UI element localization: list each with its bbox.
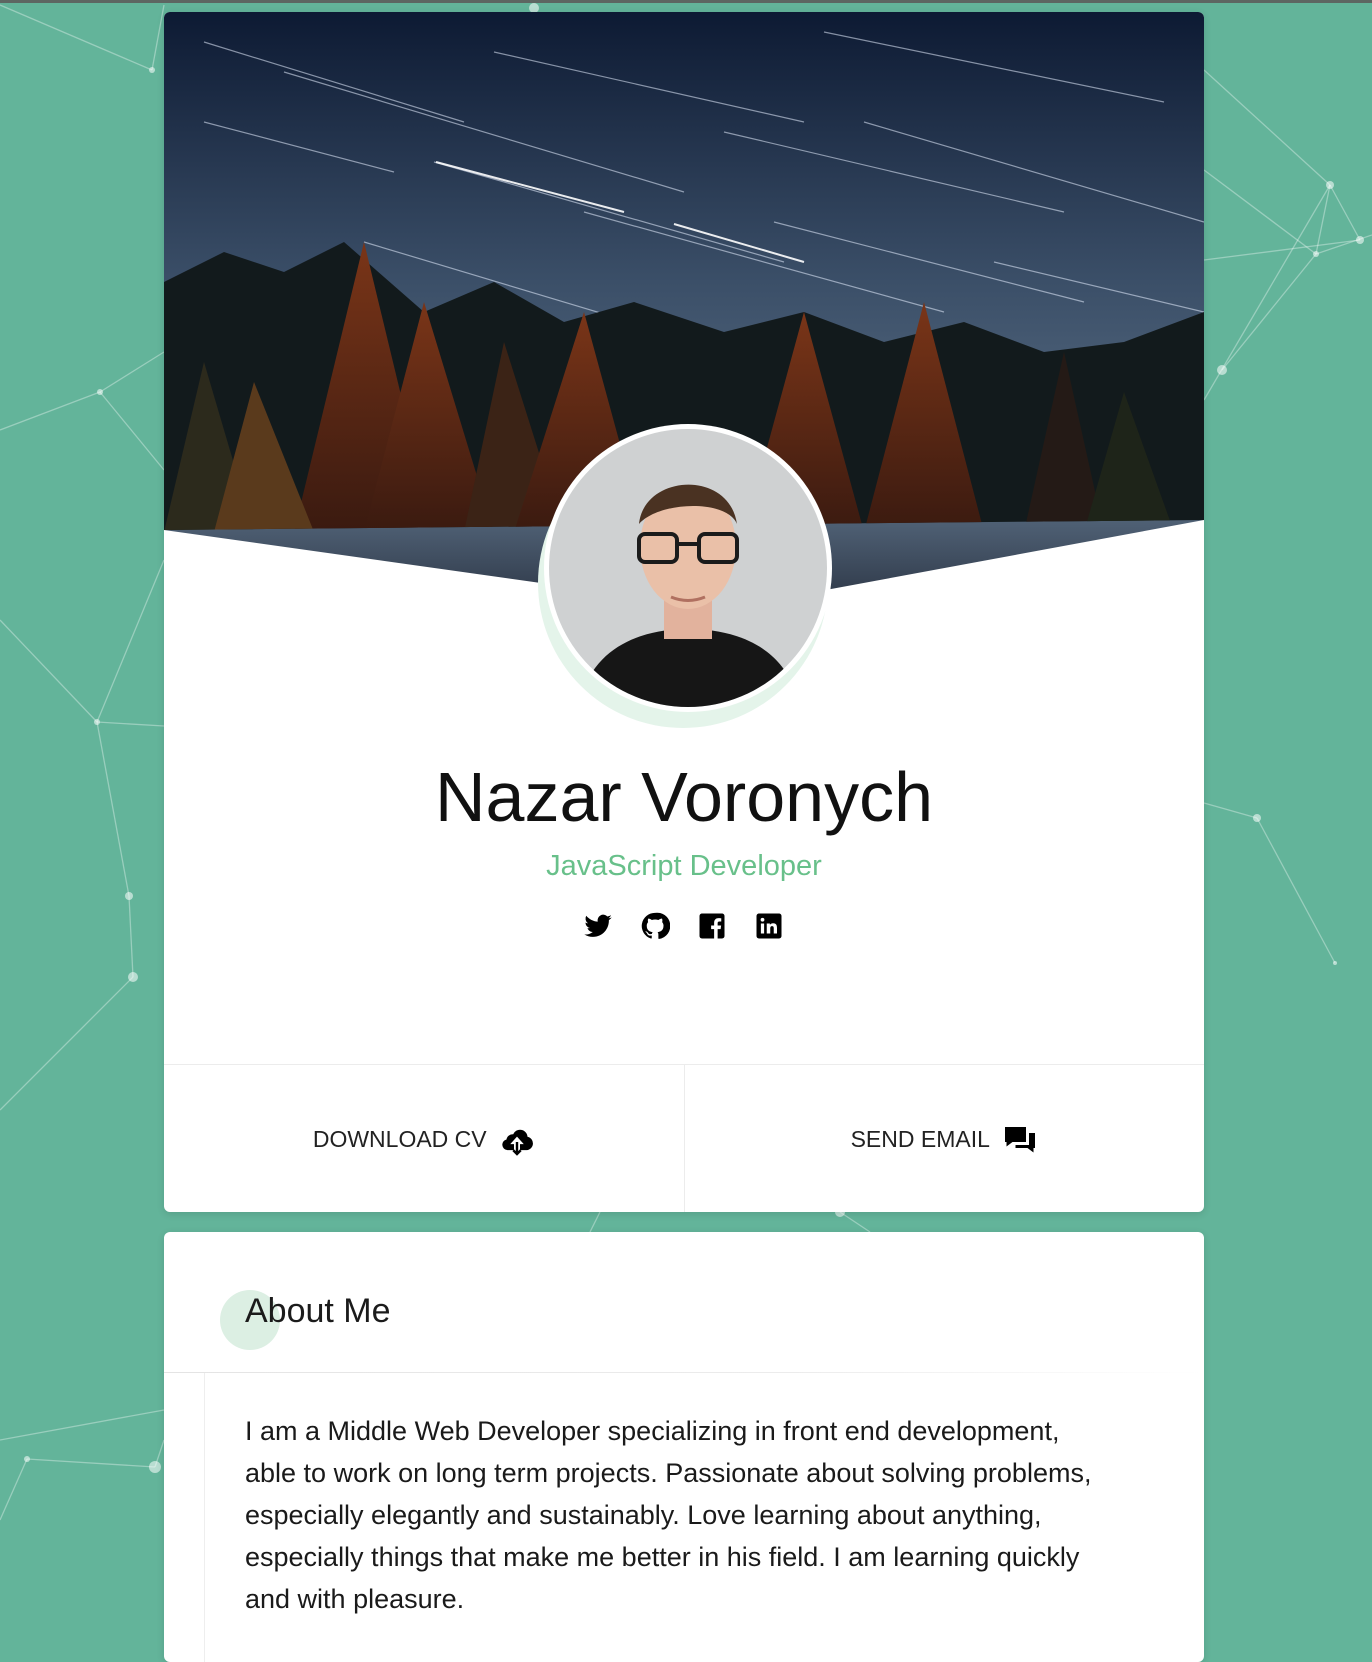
about-divider [164, 1372, 1204, 1373]
twitter-icon [584, 914, 612, 937]
twitter-link[interactable] [582, 910, 614, 942]
linkedin-link[interactable] [753, 910, 785, 942]
github-icon [641, 912, 670, 939]
about-side-rule [204, 1373, 205, 1662]
send-email-button[interactable]: SEND EMAIL [685, 1065, 1205, 1212]
cloud-download-icon [501, 1129, 533, 1156]
facebook-icon [699, 913, 725, 939]
about-card: About Me I am a Middle Web Developer spe… [164, 1232, 1204, 1662]
facebook-link[interactable] [696, 910, 728, 942]
about-text: I am a Middle Web Developer specializing… [245, 1416, 1092, 1614]
profile-role: JavaScript Developer [546, 850, 822, 882]
avatar-photo [549, 429, 827, 707]
github-link[interactable] [639, 910, 671, 942]
avatar [544, 424, 832, 712]
download-cv-label: DOWNLOAD CV [312, 1125, 487, 1152]
profile-actions: DOWNLOAD CV SEND EMAIL [164, 1064, 1204, 1212]
social-links [582, 910, 785, 944]
profile-card: Nazar Voronych JavaScript Developer DOWN… [164, 12, 1204, 1212]
download-cv-button[interactable]: DOWNLOAD CV [164, 1065, 685, 1212]
about-title: About Me [245, 1292, 391, 1330]
linkedin-icon [756, 913, 782, 939]
profile-name: Nazar Voronych [434, 758, 934, 836]
send-email-label: SEND EMAIL [850, 1125, 990, 1152]
avatar-wrapper [538, 424, 834, 728]
chat-bubbles-icon [1004, 1127, 1035, 1153]
